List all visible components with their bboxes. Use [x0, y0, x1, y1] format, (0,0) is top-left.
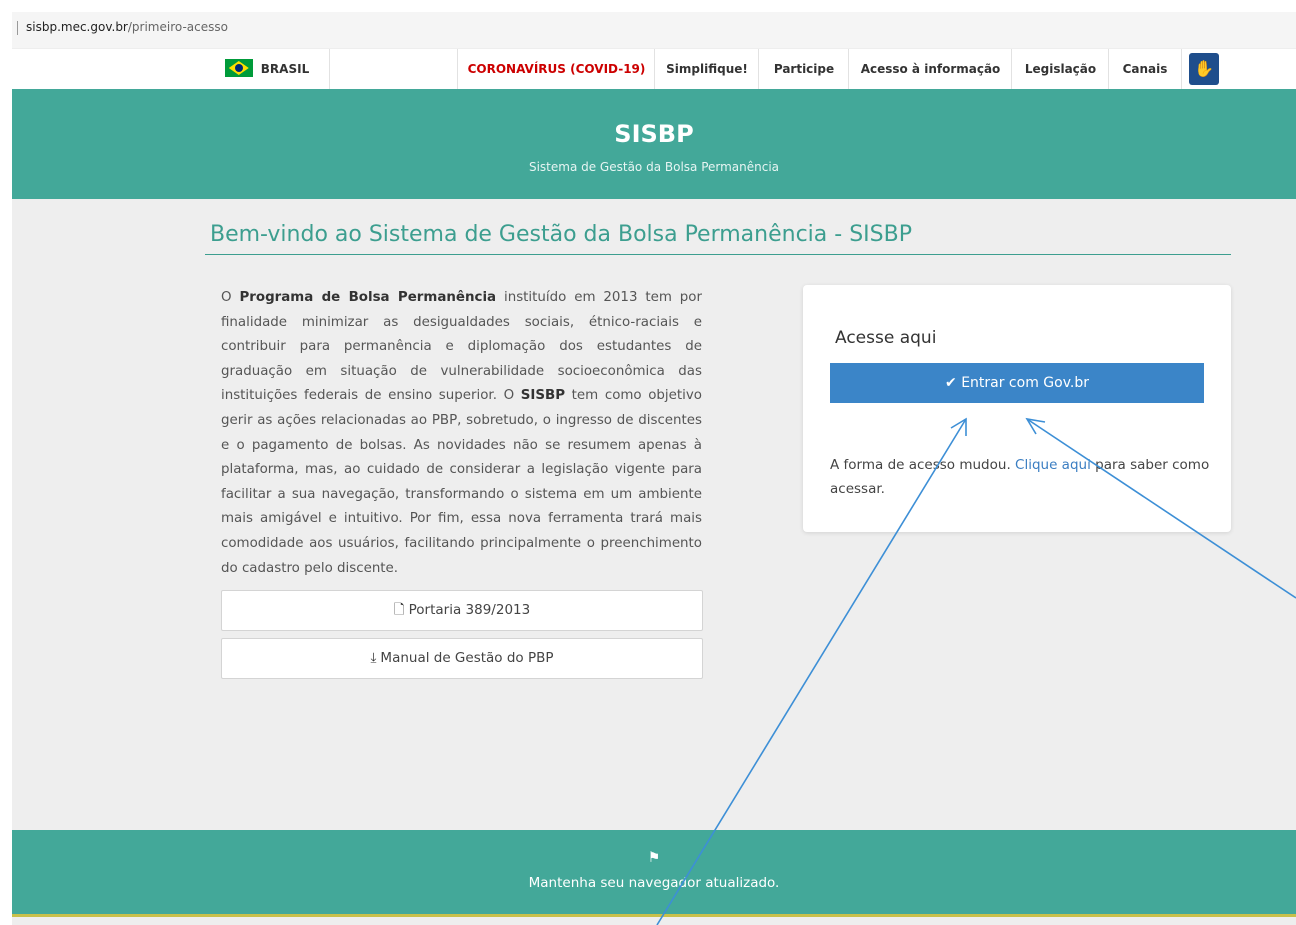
click-here-link[interactable]: Clique aqui — [1015, 457, 1091, 473]
login-card-title: Acesse aqui — [835, 328, 937, 348]
brasil-label: BRASIL — [260, 62, 310, 76]
url-path: /primeiro-acesso — [127, 20, 228, 34]
page-title: Bem-vindo ao Sistema de Gestão da Bolsa … — [210, 222, 912, 247]
govbar-link-coronavirus[interactable]: CORONAVÍRUS (COVID-19) — [457, 49, 655, 89]
intro-text-2: instituído em 2013 tem por finalidade mi… — [221, 290, 703, 404]
intro-program-name: Programa de Bolsa Permanência — [239, 290, 497, 305]
title-divider — [205, 254, 1231, 255]
brazil-flag-icon — [224, 59, 253, 77]
portaria-button[interactable]: 🗋 Portaria 389/2013 — [221, 590, 703, 631]
manual-button[interactable]: ⤓ Manual de Gestão do PBP — [221, 638, 703, 679]
site-subtitle: Sistema de Gestão da Bolsa Permanência — [528, 160, 780, 174]
govbar-link-acesso-informacao[interactable]: Acesso à informação — [848, 49, 1012, 89]
check-icon: ✔ — [945, 375, 957, 391]
govbar-link-participe[interactable]: Participe — [758, 49, 849, 89]
pdf-file-icon: 🗋 — [393, 602, 405, 618]
intro-paragraph: O Programa de Bolsa Permanência instituí… — [221, 286, 702, 581]
download-icon: ⤓ — [370, 650, 377, 666]
site-footer: ⚑ Mantenha seu navegador atualizado. — [12, 830, 1296, 916]
govbar-link-legislacao[interactable]: Legislação — [1011, 49, 1109, 89]
govbar-link-simplifique[interactable]: Simplifique! — [654, 49, 759, 89]
footer-message: Mantenha seu navegador atualizado. — [528, 875, 780, 891]
url-text[interactable]: sisbp.mec.gov.br/primeiro-acesso — [26, 20, 228, 34]
vlibras-hands-icon[interactable]: ✋ — [1189, 53, 1219, 85]
govbar-link-canais[interactable]: Canais — [1108, 49, 1182, 89]
brasil-link[interactable]: BRASIL — [205, 49, 329, 89]
manual-label: Manual de Gestão do PBP — [380, 650, 554, 666]
site-title: SISBP — [614, 120, 694, 148]
portaria-label: Portaria 389/2013 — [408, 602, 531, 618]
flag-icon: ⚑ — [647, 850, 661, 866]
govbr-login-label: Entrar com Gov.br — [961, 375, 1089, 391]
access-note: A forma de acesso mudou. Clique aqui par… — [830, 453, 1210, 501]
text-caret — [17, 21, 18, 35]
url-host: sisbp.mec.gov.br — [26, 20, 128, 34]
footer-stripe — [12, 914, 1296, 917]
govbr-login-button[interactable]: ✔ Entrar com Gov.br — [830, 363, 1204, 403]
site-header: SISBP Sistema de Gestão da Bolsa Permanê… — [12, 89, 1296, 199]
access-note-text: A forma de acesso mudou. — [830, 457, 1016, 473]
intro-text-1: O — [221, 290, 240, 305]
intro-text-3: tem como objetivo gerir as ações relacio… — [221, 388, 702, 576]
govbar-spacer — [329, 49, 458, 89]
intro-sisbp: SISBP — [520, 388, 566, 404]
